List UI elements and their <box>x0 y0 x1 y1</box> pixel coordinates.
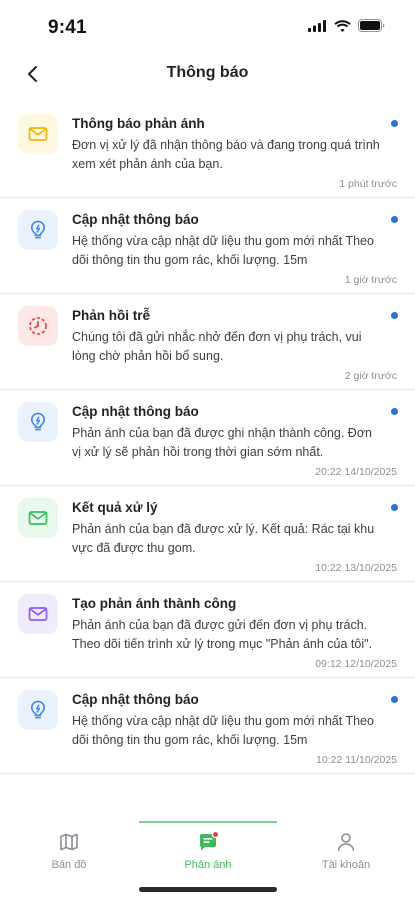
notification-title: Kết quả xử lý <box>72 500 158 515</box>
clock-icon <box>18 306 58 346</box>
notification-time: 2 giờ trước <box>344 370 397 382</box>
notification-message: Đơn vị xử lý đã nhận thông báo và đang t… <box>72 138 380 171</box>
notification-item[interactable]: Cập nhật thông báo Phản ánh của bạn đã đư… <box>0 390 415 486</box>
signal-icon <box>308 19 326 32</box>
notification-content: Cập nhật thông báo Hệ thống vừa cập nhật … <box>72 690 397 773</box>
nav-item-map[interactable]: Bản đồ <box>0 828 138 878</box>
notification-message: Hệ thống vừa cập nhật dữ liệu thu gom mớ… <box>72 714 374 747</box>
notification-list[interactable]: Thông báo phản ánh Đơn vị xử lý đã nhận t… <box>0 102 415 817</box>
bulb-icon <box>18 690 58 730</box>
notification-message: Chúng tôi đã gửi nhắc nhở đến đơn vị phụ… <box>72 330 362 363</box>
unread-dot <box>391 504 398 511</box>
unread-dot <box>391 216 398 223</box>
mail-icon <box>18 114 58 154</box>
notification-time: 1 giờ trước <box>344 274 397 286</box>
page-title: Thông báo <box>166 64 249 81</box>
active-tab-indicator <box>139 821 277 823</box>
notification-time: 10:22 11/10/2025 <box>316 754 397 766</box>
status-time: 9:41 <box>48 17 87 38</box>
unread-dot <box>391 120 398 127</box>
notification-time: 10:22 13/10/2025 <box>315 562 397 574</box>
status-bar: 9:41 <box>0 0 415 54</box>
notification-item[interactable]: Tạo phản ánh thành công Phản ánh của bạn … <box>0 582 415 678</box>
notification-content: Cập nhật thông báo Hệ thống vừa cập nhật … <box>72 210 397 293</box>
notification-title: Tạo phản ánh thành công <box>72 596 237 611</box>
notification-content: Thông báo phản ánh Đơn vị xử lý đã nhận t… <box>72 114 397 197</box>
notification-item[interactable]: Cập nhật thông báo Hệ thống vừa cập nhật … <box>0 678 415 774</box>
notification-message: Phản ánh của bạn đã được gửi đến đơn vị … <box>72 618 373 651</box>
nav-label-feedback: Phản ánh <box>184 859 232 871</box>
notification-item[interactable]: Cập nhật thông báo Hệ thống vừa cập nhật … <box>0 198 415 294</box>
notification-content: Cập nhật thông báo Phản ánh của bạn đã đư… <box>72 402 397 485</box>
header: Thông báo <box>0 54 415 94</box>
notification-title: Cập nhật thông báo <box>72 212 199 227</box>
unread-dot <box>391 408 398 415</box>
nav-item-account[interactable]: Tài khoản <box>277 828 415 878</box>
user-icon <box>337 833 355 851</box>
notification-title: Cập nhật thông báo <box>72 692 199 707</box>
notification-time: 09:12 12/10/2025 <box>315 658 397 670</box>
notification-content: Phản hồi trễ Chúng tôi đã gửi nhắc nhở đế… <box>72 306 397 389</box>
nav-label-account: Tài khoản <box>321 859 371 871</box>
mail-icon <box>18 498 58 538</box>
notification-message: Hệ thống vừa cập nhật dữ liệu thu gom mớ… <box>72 234 374 267</box>
notification-time: 1 phút trước <box>339 178 397 190</box>
feedback-icon <box>200 830 220 851</box>
notification-content: Kết quả xử lý Phản ánh của bạn đã được xử… <box>72 498 397 581</box>
unread-dot <box>391 696 398 703</box>
nav-item-feedback[interactable]: Phản ánh <box>139 828 277 878</box>
notification-content: Tạo phản ánh thành công Phản ánh của bạn … <box>72 594 397 677</box>
notification-item[interactable]: Thông báo phản ánh Đơn vị xử lý đã nhận t… <box>0 102 415 198</box>
battery-icon <box>358 19 385 32</box>
notification-title: Phản hồi trễ <box>72 308 151 323</box>
notification-title: Thông báo phản ánh <box>72 116 205 131</box>
map-icon <box>60 833 78 851</box>
mail-icon <box>18 594 58 634</box>
notification-item[interactable]: Phản hồi trễ Chúng tôi đã gửi nhắc nhở đế… <box>0 294 415 390</box>
notification-item[interactable]: Kết quả xử lý Phản ánh của bạn đã được xử… <box>0 486 415 582</box>
status-icons <box>308 19 385 32</box>
notification-title: Cập nhật thông báo <box>72 404 199 419</box>
notification-time: 20:22 14/10/2025 <box>315 466 397 478</box>
bulb-icon <box>18 210 58 250</box>
home-indicator <box>139 887 277 892</box>
wifi-icon <box>334 19 351 32</box>
bulb-icon <box>18 402 58 442</box>
notification-message: Phản ánh của bạn đã được xử lý. Kết quả:… <box>72 522 375 555</box>
notification-message: Phản ánh của bạn đã được ghi nhận thành … <box>72 426 372 459</box>
unread-dot <box>391 312 398 319</box>
nav-label-map: Bản đồ <box>51 859 87 871</box>
